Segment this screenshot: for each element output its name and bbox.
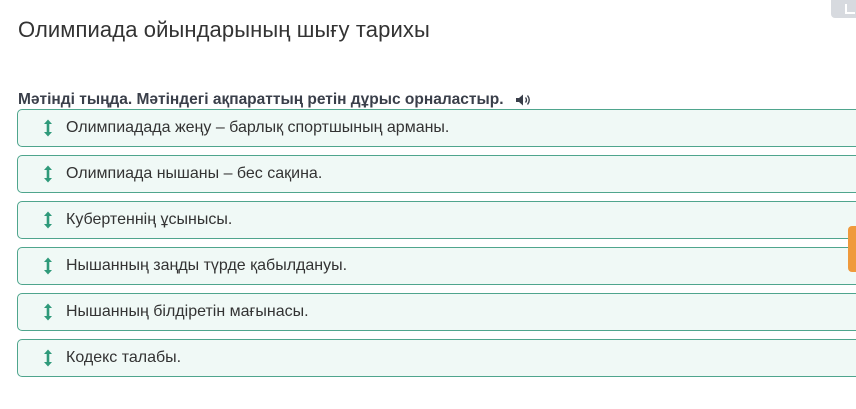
list-item[interactable]: Нышанның заңды түрде қабылдануы. [17, 247, 856, 285]
instruction-text: Мәтінді тыңда. Мәтіндегі ақпараттың реті… [18, 91, 504, 108]
list-item-label: Олимпиадада жеңу – барлық спортшының арм… [66, 119, 450, 136]
list-item-label: Кубертеннің ұсынысы. [66, 211, 233, 228]
list-item-label: Нышанның білдіретін мағынасы. [66, 303, 309, 320]
side-panel-tab[interactable] [848, 226, 856, 272]
page: Олимпиада ойындарының шығу тарихы Мәтінд… [0, 0, 856, 409]
list-item[interactable]: Кодекс талабы. [17, 339, 856, 377]
drag-updown-icon[interactable] [41, 257, 55, 275]
list-item-label: Кодекс талабы. [66, 349, 182, 366]
list-item[interactable]: Нышанның білдіретін мағынасы. [17, 293, 856, 331]
page-title: Олимпиада ойындарының шығу тарихы [18, 17, 430, 42]
speaker-icon[interactable] [515, 93, 533, 107]
drag-updown-icon[interactable] [41, 303, 55, 321]
expand-arrow-icon [845, 4, 855, 14]
list-item[interactable]: Олимпиада нышаны – бес сақина. [17, 155, 856, 193]
expand-button[interactable] [831, 0, 856, 18]
drag-updown-icon[interactable] [41, 211, 55, 229]
list-item-label: Нышанның заңды түрде қабылдануы. [66, 257, 348, 274]
list-item[interactable]: Кубертеннің ұсынысы. [17, 201, 856, 239]
sortable-list: Олимпиадада жеңу – барлық спортшының арм… [17, 109, 856, 377]
drag-updown-icon[interactable] [41, 349, 55, 367]
drag-updown-icon[interactable] [41, 119, 55, 137]
list-item-label: Олимпиада нышаны – бес сақина. [66, 165, 323, 182]
task-instruction: Мәтінді тыңда. Мәтіндегі ақпараттың реті… [18, 91, 533, 109]
list-item[interactable]: Олимпиадада жеңу – барлық спортшының арм… [17, 109, 856, 147]
drag-updown-icon[interactable] [41, 165, 55, 183]
